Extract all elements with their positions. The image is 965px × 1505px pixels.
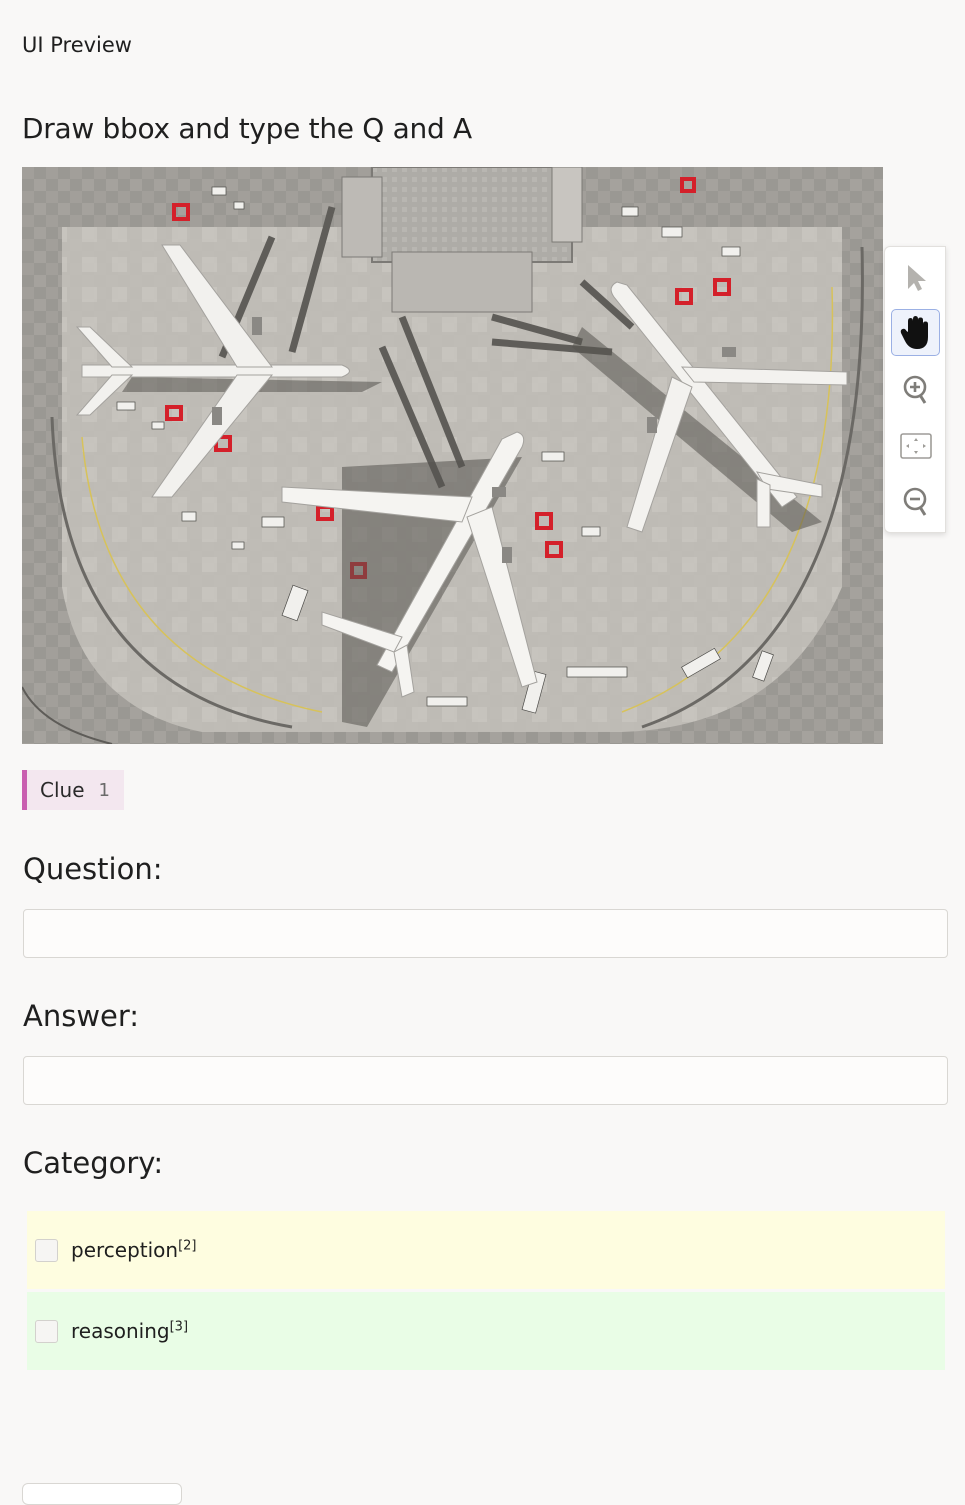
page-header: UI Preview <box>22 33 132 57</box>
canvas-toolbar <box>884 246 946 533</box>
task-title: Draw bbox and type the Q and A <box>22 112 472 145</box>
perception-hotkey: [2] <box>178 1238 197 1254</box>
hand-tool-button[interactable] <box>891 309 940 356</box>
fit-screen-icon <box>899 432 932 459</box>
perception-label: perception <box>71 1238 179 1262</box>
reasoning-label: reasoning <box>71 1319 170 1343</box>
answer-input[interactable] <box>23 1056 948 1105</box>
bottom-button-partial[interactable] <box>22 1483 182 1505</box>
clue-hotkey: 1 <box>98 779 110 801</box>
clue-label-text: Clue <box>40 778 85 802</box>
zoom-in-tool-button[interactable] <box>891 366 940 413</box>
airport-aerial-image <box>22 167 883 744</box>
reasoning-hotkey: [3] <box>169 1319 189 1335</box>
perception-checkbox[interactable] <box>35 1238 58 1262</box>
zoom-in-icon <box>903 375 926 404</box>
pointer-tool-button[interactable] <box>891 254 940 301</box>
clue-label-tag[interactable]: Clue 1 <box>22 770 124 810</box>
image-canvas[interactable] <box>22 167 883 744</box>
pointer-icon <box>907 264 926 291</box>
zoom-out-icon <box>903 487 926 516</box>
fit-screen-tool-button[interactable] <box>891 422 940 469</box>
question-label: Question: <box>23 852 163 886</box>
category-label: Category: <box>23 1146 164 1180</box>
category-choice-reasoning[interactable]: reasoning[3] <box>27 1292 945 1370</box>
question-input[interactable] <box>23 909 948 958</box>
reasoning-checkbox[interactable] <box>35 1319 58 1343</box>
category-choice-perception[interactable]: perception[2] <box>27 1211 945 1289</box>
hand-icon <box>900 315 928 349</box>
answer-label: Answer: <box>23 999 140 1033</box>
zoom-out-tool-button[interactable] <box>891 478 940 525</box>
